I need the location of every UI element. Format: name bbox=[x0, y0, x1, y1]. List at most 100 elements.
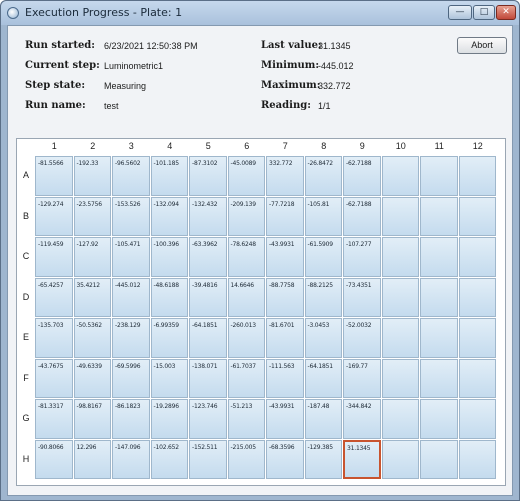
well-H2[interactable]: 12.296 bbox=[73, 439, 112, 480]
well-A2[interactable]: -192.33 bbox=[73, 156, 112, 196]
well-B10[interactable] bbox=[381, 196, 420, 237]
well-F1[interactable]: -43.7675 bbox=[35, 358, 73, 399]
well-B4[interactable]: -132.094 bbox=[150, 196, 189, 237]
minimize-button[interactable]: — bbox=[448, 5, 472, 20]
well-H5[interactable]: -152.511 bbox=[189, 439, 227, 480]
well-B3[interactable]: -153.526 bbox=[112, 196, 150, 237]
well-G6[interactable]: -51.213 bbox=[227, 399, 266, 439]
well-F12[interactable] bbox=[458, 358, 497, 399]
well-D1[interactable]: -65.4257 bbox=[35, 277, 73, 318]
close-button[interactable]: ✕ bbox=[496, 5, 516, 20]
well-F8[interactable]: -64.1851 bbox=[304, 358, 343, 399]
well-E1[interactable]: -135.703 bbox=[35, 318, 73, 358]
well-E8[interactable]: -3.0453 bbox=[304, 318, 343, 358]
well-A4[interactable]: -101.185 bbox=[150, 156, 189, 196]
well-G10[interactable] bbox=[381, 399, 420, 439]
well-E9[interactable]: -52.0032 bbox=[343, 318, 381, 358]
well-H9[interactable]: 31.1345 bbox=[343, 439, 381, 480]
well-G2[interactable]: -98.8167 bbox=[73, 399, 112, 439]
well-A10[interactable] bbox=[381, 156, 420, 196]
well-A1[interactable]: -81.5566 bbox=[35, 156, 73, 196]
well-F5[interactable]: -138.071 bbox=[189, 358, 227, 399]
well-B8[interactable]: -105.81 bbox=[304, 196, 343, 237]
well-G1[interactable]: -81.3317 bbox=[35, 399, 73, 439]
well-H7[interactable]: -68.3596 bbox=[266, 439, 304, 480]
well-D9[interactable]: -73.4351 bbox=[343, 277, 381, 318]
well-G12[interactable] bbox=[458, 399, 497, 439]
well-E10[interactable] bbox=[381, 318, 420, 358]
well-E3[interactable]: -238.129 bbox=[112, 318, 150, 358]
well-G3[interactable]: -86.1823 bbox=[112, 399, 150, 439]
well-F7[interactable]: -111.563 bbox=[266, 358, 304, 399]
well-H10[interactable] bbox=[381, 439, 420, 480]
well-D4[interactable]: -48.6188 bbox=[150, 277, 189, 318]
well-C6[interactable]: -78.6248 bbox=[227, 237, 266, 277]
well-E5[interactable]: -64.1851 bbox=[189, 318, 227, 358]
well-H1[interactable]: -90.8066 bbox=[35, 439, 73, 480]
well-C1[interactable]: -119.459 bbox=[35, 237, 73, 277]
well-F10[interactable] bbox=[381, 358, 420, 399]
abort-button[interactable]: Abort bbox=[457, 37, 507, 54]
well-A9[interactable]: -62.7188 bbox=[343, 156, 381, 196]
well-D3[interactable]: -445.012 bbox=[112, 277, 150, 318]
well-C5[interactable]: -63.3962 bbox=[189, 237, 227, 277]
well-B5[interactable]: -132.432 bbox=[189, 196, 227, 237]
well-F2[interactable]: -49.6339 bbox=[73, 358, 112, 399]
well-B1[interactable]: -129.274 bbox=[35, 196, 73, 237]
well-G11[interactable] bbox=[420, 399, 458, 439]
well-A5[interactable]: -87.3102 bbox=[189, 156, 227, 196]
well-B11[interactable] bbox=[420, 196, 458, 237]
well-H12[interactable] bbox=[458, 439, 497, 480]
well-G4[interactable]: -19.2896 bbox=[150, 399, 189, 439]
well-H3[interactable]: -147.096 bbox=[112, 439, 150, 480]
well-H11[interactable] bbox=[420, 439, 458, 480]
well-G5[interactable]: -123.746 bbox=[189, 399, 227, 439]
well-E4[interactable]: -6.99359 bbox=[150, 318, 189, 358]
well-A3[interactable]: -96.5602 bbox=[112, 156, 150, 196]
well-G7[interactable]: -43.9931 bbox=[266, 399, 304, 439]
well-C2[interactable]: -127.92 bbox=[73, 237, 112, 277]
well-F6[interactable]: -61.7037 bbox=[227, 358, 266, 399]
well-C3[interactable]: -105.471 bbox=[112, 237, 150, 277]
well-E6[interactable]: -260.013 bbox=[227, 318, 266, 358]
well-G9[interactable]: -344.842 bbox=[343, 399, 381, 439]
well-F9[interactable]: -169.77 bbox=[343, 358, 381, 399]
well-A7[interactable]: 332.772 bbox=[266, 156, 304, 196]
well-D7[interactable]: -88.7758 bbox=[266, 277, 304, 318]
well-D8[interactable]: -88.2125 bbox=[304, 277, 343, 318]
well-F11[interactable] bbox=[420, 358, 458, 399]
well-F3[interactable]: -69.5996 bbox=[112, 358, 150, 399]
well-D2[interactable]: 35.4212 bbox=[73, 277, 112, 318]
well-C7[interactable]: -43.9931 bbox=[266, 237, 304, 277]
well-H6[interactable]: -215.005 bbox=[227, 439, 266, 480]
well-A12[interactable] bbox=[458, 156, 497, 196]
well-E12[interactable] bbox=[458, 318, 497, 358]
well-D12[interactable] bbox=[458, 277, 497, 318]
well-C11[interactable] bbox=[420, 237, 458, 277]
well-E11[interactable] bbox=[420, 318, 458, 358]
well-B2[interactable]: -23.5756 bbox=[73, 196, 112, 237]
maximize-button[interactable]: □ bbox=[473, 5, 495, 20]
well-B12[interactable] bbox=[458, 196, 497, 237]
well-B9[interactable]: -62.7188 bbox=[343, 196, 381, 237]
well-H8[interactable]: -129.385 bbox=[304, 439, 343, 480]
well-D11[interactable] bbox=[420, 277, 458, 318]
well-A6[interactable]: -45.0089 bbox=[227, 156, 266, 196]
well-E2[interactable]: -50.5362 bbox=[73, 318, 112, 358]
well-A11[interactable] bbox=[420, 156, 458, 196]
well-B7[interactable]: -77.7218 bbox=[266, 196, 304, 237]
well-H4[interactable]: -102.652 bbox=[150, 439, 189, 480]
well-A8[interactable]: -26.8472 bbox=[304, 156, 343, 196]
title-bar[interactable]: Execution Progress - Plate: 1 — □ ✕ bbox=[1, 1, 519, 25]
well-C4[interactable]: -100.396 bbox=[150, 237, 189, 277]
well-D6[interactable]: 14.6646 bbox=[227, 277, 266, 318]
well-C12[interactable] bbox=[458, 237, 497, 277]
well-C8[interactable]: -61.5909 bbox=[304, 237, 343, 277]
well-B6[interactable]: -209.139 bbox=[227, 196, 266, 237]
well-D10[interactable] bbox=[381, 277, 420, 318]
well-C9[interactable]: -107.277 bbox=[343, 237, 381, 277]
well-D5[interactable]: -39.4816 bbox=[189, 277, 227, 318]
well-G8[interactable]: -187.48 bbox=[304, 399, 343, 439]
well-F4[interactable]: -15.003 bbox=[150, 358, 189, 399]
well-C10[interactable] bbox=[381, 237, 420, 277]
